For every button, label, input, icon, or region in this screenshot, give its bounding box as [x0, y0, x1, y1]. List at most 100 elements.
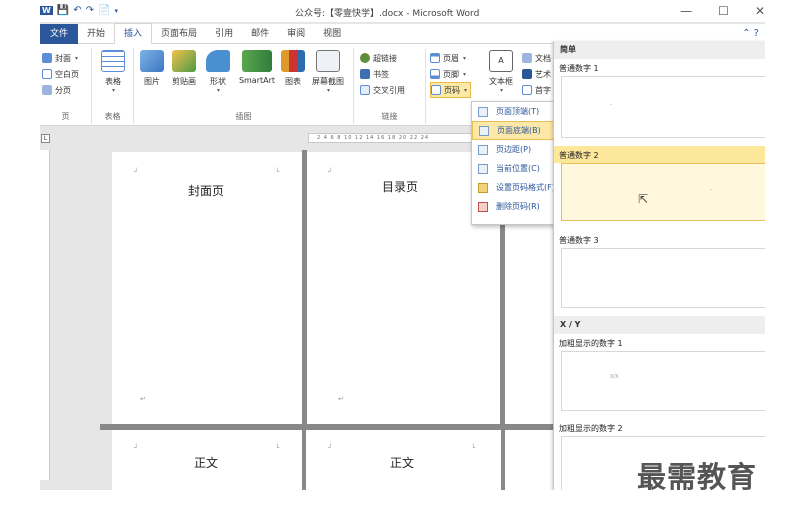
undo-icon[interactable]: ↶: [73, 5, 81, 16]
window-title: 公众号:【零壹快学】.docx - Microsoft Word: [295, 9, 480, 19]
dropcap-icon: [522, 85, 532, 95]
textbox-button[interactable]: A 文本框 ▾: [484, 50, 518, 94]
tab-file[interactable]: 文件: [40, 23, 79, 44]
redo-icon[interactable]: ↷: [86, 5, 94, 16]
gallery-item-bold-number-1[interactable]: X/X: [561, 351, 765, 411]
bookmark-button[interactable]: 书签: [360, 66, 425, 82]
page-number-dot: ·: [710, 186, 713, 194]
tab-page-layout[interactable]: 页面布局: [152, 24, 206, 44]
chart-icon: [281, 50, 305, 72]
illustrations-group: 图片 剪贴画 形状 ▾ SmartArt 图表 屏幕截图 ▾ 插图: [134, 48, 354, 124]
wordart-button[interactable]: 艺术: [522, 66, 551, 82]
quick-parts-icon: [522, 53, 532, 63]
tab-mailings[interactable]: 邮件: [242, 24, 278, 44]
quick-access-toolbar: W 💾 ↶ ↷ 📄 ▾: [40, 5, 118, 16]
gallery-item-plain-number-2[interactable]: · ⇱: [561, 163, 765, 221]
corner-mark: └: [275, 168, 280, 176]
title-bar: W 💾 ↶ ↷ 📄 ▾ 公众号:【零壹快学】.docx - Microsoft …: [40, 0, 765, 22]
bottom-of-page-icon: [479, 125, 489, 136]
picture-button[interactable]: 图片: [138, 50, 166, 87]
gallery-item-title: 普通数字 2: [554, 146, 765, 163]
remove-page-numbers-icon: [478, 201, 488, 212]
xy-sample-text: X/X: [610, 374, 619, 380]
horizontal-ruler[interactable]: 2 4 6 8 10 12 14 16 18 20 22 24: [308, 133, 478, 143]
toc-page-text: 目录页: [382, 180, 419, 194]
textbox-icon: A: [489, 50, 513, 72]
wordart-icon: [522, 69, 532, 79]
screenshot-button[interactable]: 屏幕截图 ▾: [308, 50, 348, 94]
mouse-cursor-icon: ⇱: [638, 192, 649, 206]
word-logo-icon: W: [40, 6, 53, 15]
tab-view[interactable]: 视图: [314, 24, 350, 44]
customize-qat-icon[interactable]: ▾: [115, 7, 119, 15]
table-group-label: 表格: [104, 112, 121, 121]
hyperlink-button[interactable]: 超链接: [360, 50, 425, 66]
blank-page-button[interactable]: 空白页: [42, 66, 91, 82]
smartart-icon: [242, 50, 272, 72]
page-body-2[interactable]: 正文 ┘ └: [306, 430, 501, 490]
picture-icon: [140, 50, 164, 72]
quick-parts-button[interactable]: 文档: [522, 50, 551, 66]
paragraph-mark: ↵: [140, 395, 146, 403]
footer-button[interactable]: 页脚 ▾: [430, 66, 471, 82]
vertical-ruler[interactable]: [40, 150, 50, 480]
page-cover[interactable]: 封面页 ┘ └ ↵: [112, 152, 302, 424]
tab-home[interactable]: 开始: [78, 24, 114, 44]
new-doc-icon[interactable]: 📄: [98, 5, 110, 16]
smartart-button[interactable]: SmartArt: [234, 50, 280, 85]
table-icon: [101, 50, 125, 72]
close-button[interactable]: ✕: [755, 4, 765, 18]
page-number-icon: [431, 85, 441, 95]
page-break-icon: [42, 85, 52, 95]
clipart-button[interactable]: 剪贴画: [168, 50, 200, 87]
cross-reference-button[interactable]: 交叉引用: [360, 82, 425, 98]
corner-mark: └: [275, 444, 280, 452]
tab-review[interactable]: 审阅: [278, 24, 314, 44]
page-body-1[interactable]: 正文 ┘ └: [112, 430, 302, 490]
shapes-button[interactable]: 形状 ▾: [204, 50, 232, 94]
screenshot-icon: [316, 50, 340, 72]
maximize-button[interactable]: ☐: [718, 4, 729, 18]
dropcap-button[interactable]: 首字: [522, 82, 551, 98]
corner-mark: ┘: [328, 168, 333, 176]
corner-mark: ┘: [134, 444, 139, 452]
word-window: W 💾 ↶ ↷ 📄 ▾ 公众号:【零壹快学】.docx - Microsoft …: [40, 0, 765, 490]
page-break-button[interactable]: 分页: [42, 82, 91, 98]
gallery-item-title: 普通数字 1: [559, 64, 599, 73]
tab-references[interactable]: 引用: [206, 24, 242, 44]
cover-page-button[interactable]: 封面 ▾: [42, 50, 91, 66]
gallery-item-title: 加粗显示的数字 1: [559, 339, 623, 348]
top-of-page-icon: [478, 106, 488, 117]
table-button[interactable]: 表格 ▾: [98, 50, 128, 94]
links-group-label: 链接: [381, 112, 398, 121]
page-number-dot: ·: [610, 101, 613, 109]
clipart-icon: [172, 50, 196, 72]
paragraph-mark: ↵: [338, 395, 344, 403]
ruler-toggle[interactable]: L: [41, 134, 50, 143]
gallery-item-title: 普通数字 3: [559, 236, 599, 245]
shapes-icon: [206, 50, 230, 72]
footer-icon: [430, 69, 440, 79]
cover-page-text: 封面页: [188, 184, 225, 198]
page-number-button[interactable]: 页码 ▾: [430, 82, 472, 98]
bookmark-icon: [360, 69, 370, 79]
gallery-item-plain-number-3[interactable]: [561, 248, 765, 308]
links-group: 超链接 书签 交叉引用 链接: [354, 48, 426, 124]
header-icon: [430, 53, 440, 63]
page-number-gallery: 简单 普通数字 1 · 普通数字 2 · ⇱ 普通数字 3 X / Y 加粗显示…: [553, 41, 765, 490]
body-page-text: 正文: [194, 456, 219, 470]
tab-insert[interactable]: 插入: [114, 23, 153, 44]
chart-button[interactable]: 图表: [280, 50, 306, 87]
table-group: 表格 ▾ 表格: [92, 48, 134, 124]
pages-group-label: 页: [61, 112, 70, 121]
header-button[interactable]: 页眉 ▾: [430, 50, 471, 66]
help-icon[interactable]: ⌃ ?: [742, 28, 759, 39]
gallery-item-plain-number-1[interactable]: ·: [561, 76, 765, 138]
format-page-numbers-icon: [478, 182, 488, 193]
save-icon[interactable]: 💾: [57, 5, 69, 16]
watermark-logo: 最需教育: [637, 460, 758, 494]
corner-mark: ┘: [134, 168, 139, 176]
cover-page-icon: [42, 53, 52, 63]
minimize-button[interactable]: —: [680, 4, 692, 18]
hyperlink-icon: [360, 53, 370, 63]
